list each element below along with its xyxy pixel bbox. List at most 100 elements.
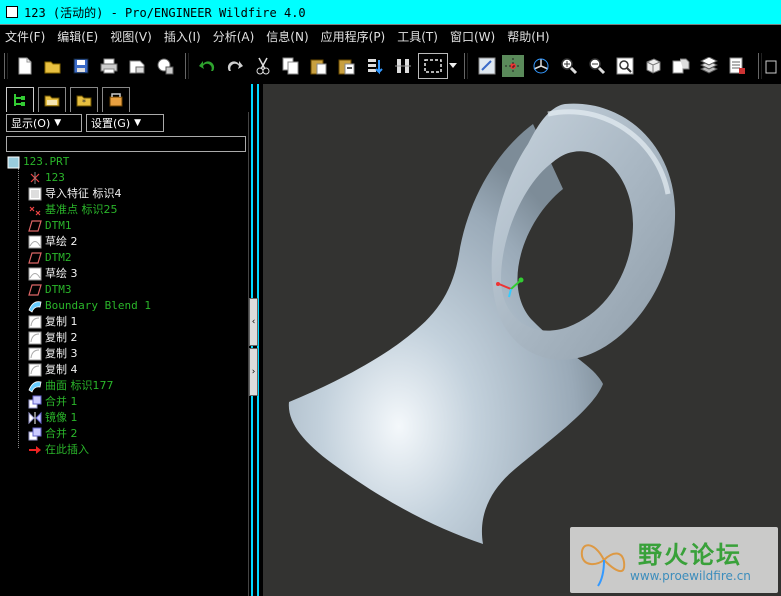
tree-item-dtm2[interactable]: DTM2	[28, 250, 72, 266]
toolbar-separator	[185, 53, 189, 79]
merge-icon	[28, 427, 42, 441]
tree-item-label: 在此插入	[45, 443, 89, 456]
dropdown-arrow-icon[interactable]	[447, 55, 459, 77]
paste-icon[interactable]	[308, 55, 330, 77]
tree-item-copy1[interactable]: 复制 1	[28, 314, 78, 330]
zoom-out-icon[interactable]	[586, 55, 608, 77]
tree-item-boundary-blend[interactable]: Boundary Blend 1	[28, 298, 151, 314]
folder-browser-tab[interactable]	[38, 87, 66, 112]
regenerate-icon[interactable]	[364, 55, 386, 77]
undo-icon[interactable]	[196, 55, 218, 77]
tree-item-label: 复制 4	[45, 363, 78, 376]
menu-insert[interactable]: 插入(I)	[159, 28, 206, 45]
graphics-viewport[interactable]	[263, 84, 781, 596]
menu-applications[interactable]: 应用程序(P)	[316, 28, 391, 45]
tree-item-datum-point[interactable]: 基准点 标识25	[28, 202, 118, 218]
tree-item-mirror1[interactable]: 镜像 1	[28, 410, 78, 426]
part-icon	[6, 155, 20, 169]
favorites-icon: *	[76, 95, 92, 107]
menu-tools[interactable]: 工具(T)	[392, 28, 443, 45]
paste-special-icon[interactable]	[336, 55, 358, 77]
show-dropdown[interactable]: 显示(O) ▼	[6, 114, 82, 132]
view-model-icon[interactable]	[154, 55, 176, 77]
menu-file[interactable]: 文件(F)	[0, 28, 50, 45]
extra-icon[interactable]	[764, 55, 780, 77]
favorites-tab[interactable]: *	[70, 87, 98, 112]
saved-views-icon[interactable]	[642, 55, 664, 77]
watermark-name: 野火论坛	[638, 541, 742, 569]
save-icon[interactable]	[70, 55, 92, 77]
view-manager-icon[interactable]	[670, 55, 692, 77]
panel-splitter[interactable]: ‹ ›	[249, 84, 263, 596]
repaint-icon[interactable]	[476, 55, 498, 77]
tree-item-sketch3[interactable]: 草绘 3	[28, 266, 78, 282]
connections-tab[interactable]	[102, 87, 130, 112]
tree-item-label: Boundary Blend 1	[45, 299, 151, 312]
tree-item-merge2[interactable]: 合并 2	[28, 426, 78, 442]
forum-watermark: 野火论坛 www.proewildfire.cn	[570, 527, 778, 593]
selection-box-icon[interactable]	[418, 53, 448, 79]
menu-edit[interactable]: 编辑(E)	[52, 28, 103, 45]
menu-view[interactable]: 视图(V)	[105, 28, 157, 45]
tree-item-label: 曲面 标识177	[45, 379, 114, 392]
tree-item-label: 合并 2	[45, 427, 78, 440]
model-tree-tab[interactable]	[6, 87, 34, 112]
open-file-icon[interactable]	[42, 55, 64, 77]
tree-item-label: 123	[45, 171, 65, 184]
model-info-icon[interactable]	[392, 55, 414, 77]
window-titlebar[interactable]: 123 (活动的) - Pro/ENGINEER Wildfire 4.0	[0, 0, 781, 25]
tree-item-surface[interactable]: 曲面 标识177	[28, 378, 114, 394]
menu-analysis[interactable]: 分析(A)	[208, 28, 260, 45]
copy-feature-icon	[28, 315, 42, 329]
tree-item-import[interactable]: 导入特征 标识4	[28, 186, 122, 202]
boundary-blend-icon	[28, 299, 42, 313]
zoom-in-icon[interactable]	[558, 55, 580, 77]
tree-item-csys[interactable]: 123	[28, 170, 65, 186]
print-icon[interactable]	[98, 55, 120, 77]
tree-root-node[interactable]: 123.PRT	[6, 154, 69, 170]
model-canvas	[288, 103, 676, 544]
refit-icon[interactable]	[614, 55, 636, 77]
tree-item-insert-here[interactable]: 在此插入	[28, 442, 89, 458]
merge-icon	[28, 395, 42, 409]
copy-feature-icon	[28, 363, 42, 377]
watermark-url: www.proewildfire.cn	[630, 569, 751, 583]
tree-item-sketch2[interactable]: 草绘 2	[28, 234, 78, 250]
chevron-down-icon: ▼	[54, 118, 62, 128]
tree-item-copy2[interactable]: 复制 2	[28, 330, 78, 346]
send-email-icon[interactable]	[126, 55, 148, 77]
set-display-icon[interactable]	[726, 55, 748, 77]
tree-connector	[18, 168, 19, 448]
import-feature-icon	[28, 187, 42, 201]
orient-icon[interactable]	[530, 55, 552, 77]
tree-item-merge1[interactable]: 合并 1	[28, 394, 78, 410]
expand-right-icon[interactable]: ›	[249, 348, 258, 396]
tree-item-label: 草绘 3	[45, 267, 78, 280]
folder-browser-icon	[44, 95, 60, 107]
toolbar-separator	[4, 53, 8, 79]
datum-plane-icon	[28, 251, 42, 265]
settings-dropdown[interactable]: 设置(G) ▼	[86, 114, 164, 132]
tree-item-dtm3[interactable]: DTM3	[28, 282, 72, 298]
menu-help[interactable]: 帮助(H)	[502, 28, 554, 45]
tree-item-dtm1[interactable]: DTM1	[28, 218, 72, 234]
tree-item-label: 合并 1	[45, 395, 78, 408]
tree-item-label: 草绘 2	[45, 235, 78, 248]
tree-item-copy3[interactable]: 复制 3	[28, 346, 78, 362]
spin-center-icon[interactable]	[502, 55, 524, 77]
tree-root-label: 123.PRT	[23, 155, 70, 168]
csys-icon	[28, 171, 42, 185]
layers-icon[interactable]	[698, 55, 720, 77]
copy-icon[interactable]	[280, 55, 302, 77]
connections-icon	[109, 93, 123, 107]
cut-icon[interactable]	[252, 55, 274, 77]
menu-window[interactable]: 窗口(W)	[445, 28, 500, 45]
collapse-left-icon[interactable]: ‹	[249, 298, 258, 346]
redo-icon[interactable]	[224, 55, 246, 77]
butterfly-logo-icon	[580, 544, 626, 587]
surface-icon	[28, 379, 42, 393]
tree-item-copy4[interactable]: 复制 4	[28, 362, 78, 378]
new-file-icon[interactable]	[14, 55, 36, 77]
menu-info[interactable]: 信息(N)	[261, 28, 313, 45]
tree-filter-input[interactable]	[6, 136, 246, 152]
